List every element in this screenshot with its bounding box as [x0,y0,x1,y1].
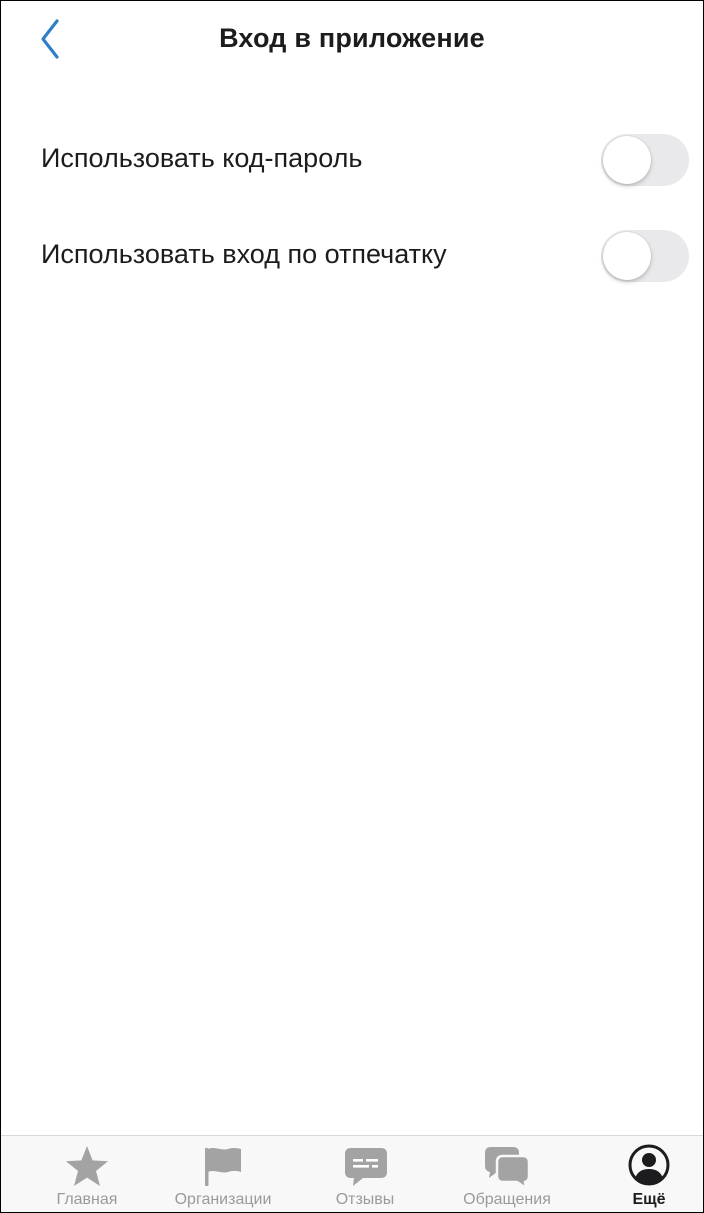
settings-list: Использовать код-пароль Использовать вхо… [1,113,703,305]
flag-icon [199,1144,247,1188]
page-title: Вход в приложение [219,23,485,53]
message-bubble-icon [341,1144,389,1188]
navigation-header: Вход в приложение [1,1,703,81]
tab-label: Отзывы [335,1191,395,1208]
chat-bubbles-icon [483,1144,531,1188]
tab-bar: Главная Организации Отзывы Обращения Ещё [1,1135,703,1212]
setting-label-passcode: Использовать код-пароль [41,143,363,173]
tab-requests[interactable]: Обращения [443,1136,571,1212]
tab-more[interactable]: Ещё [585,1136,703,1212]
star-icon [63,1144,111,1188]
tab-label: Организации [174,1191,272,1208]
user-circle-icon [625,1144,673,1188]
toggle-knob [603,232,651,280]
tab-label: Ещё [632,1191,666,1208]
tab-organizations[interactable]: Организации [159,1136,287,1212]
fingerprint-toggle[interactable] [601,230,689,282]
tab-label: Обращения [463,1191,551,1208]
passcode-toggle[interactable] [601,134,689,186]
toggle-knob [603,136,651,184]
tab-reviews[interactable]: Отзывы [301,1136,429,1212]
app-screen: Вход в приложение Использовать код-парол… [0,0,704,1213]
tab-label: Главная [56,1191,118,1208]
setting-label-fingerprint: Использовать вход по отпечатку [41,239,447,269]
setting-row-passcode: Использовать код-пароль [1,113,703,209]
setting-row-fingerprint: Использовать вход по отпечатку [1,209,703,305]
tab-home[interactable]: Главная [23,1136,151,1212]
